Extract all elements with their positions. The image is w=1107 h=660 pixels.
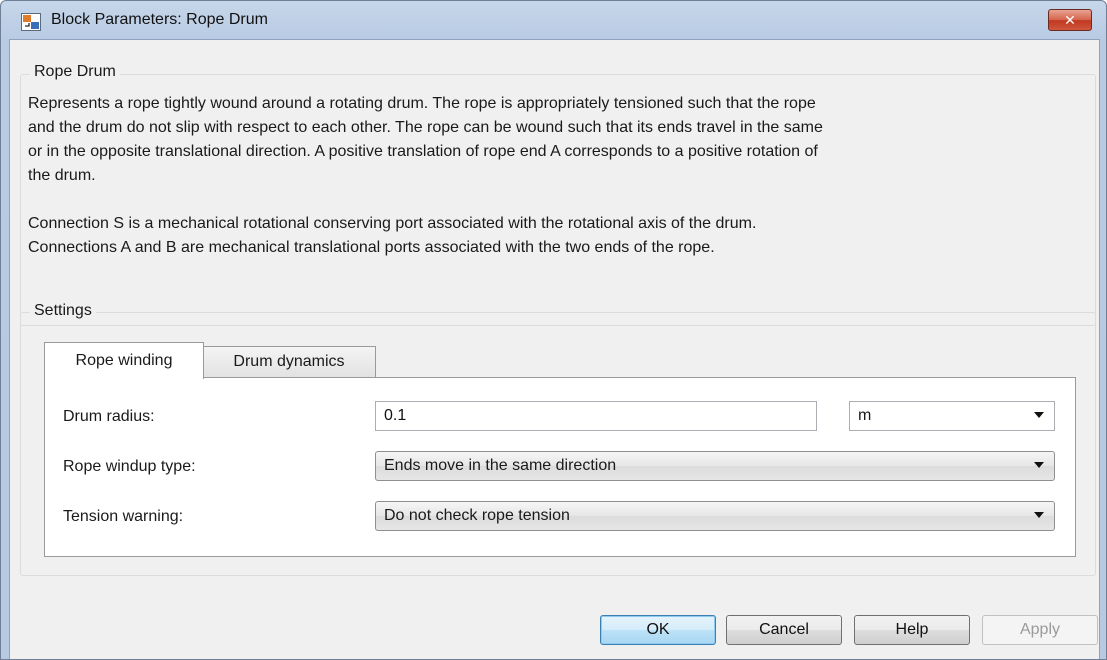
close-button[interactable]: ✕ [1048,9,1092,31]
tension-warning-value: Do not check rope tension [384,507,570,524]
settings-group-label: Settings [30,302,96,320]
tension-warning-label: Tension warning: [63,508,184,525]
drum-radius-input[interactable] [375,401,817,431]
ok-button[interactable]: OK [600,615,716,645]
chevron-down-icon [1034,512,1044,518]
tab-drum-dynamics[interactable]: Drum dynamics [202,346,376,377]
windup-type-dropdown[interactable]: Ends move in the same direction [375,451,1055,481]
tab-rope-winding[interactable]: Rope winding [44,342,204,379]
chevron-down-icon [1034,412,1044,418]
chevron-down-icon [1034,462,1044,468]
windup-type-value: Ends move in the same direction [384,457,617,474]
drum-radius-unit-value: m [858,407,872,424]
rope-winding-panel: Drum radius: m Rope windup type: Ends mo… [44,377,1076,557]
tension-warning-dropdown[interactable]: Do not check rope tension [375,501,1055,531]
close-icon: ✕ [1064,11,1076,28]
dialog-window: Block Parameters: Rope Drum ✕ Rope Drum … [0,0,1107,660]
tab-drum-dynamics-label: Drum dynamics [233,353,345,370]
window-title: Block Parameters: Rope Drum [51,11,268,28]
block-description: Represents a rope tightly wound around a… [28,95,823,256]
title-bar[interactable]: Block Parameters: Rope Drum ✕ [1,1,1106,41]
dialog-body: Rope Drum Represents a rope tightly woun… [9,39,1100,659]
tab-rope-winding-label: Rope winding [75,352,173,369]
cancel-button[interactable]: Cancel [726,615,842,645]
help-button[interactable]: Help [854,615,970,645]
simulink-block-icon [21,13,41,31]
apply-button[interactable]: Apply [982,615,1098,645]
drum-radius-unit-dropdown[interactable]: m [849,401,1055,431]
drum-radius-label: Drum radius: [63,408,155,425]
windup-type-label: Rope windup type: [63,458,196,475]
description-group-label: Rope Drum [30,63,120,81]
